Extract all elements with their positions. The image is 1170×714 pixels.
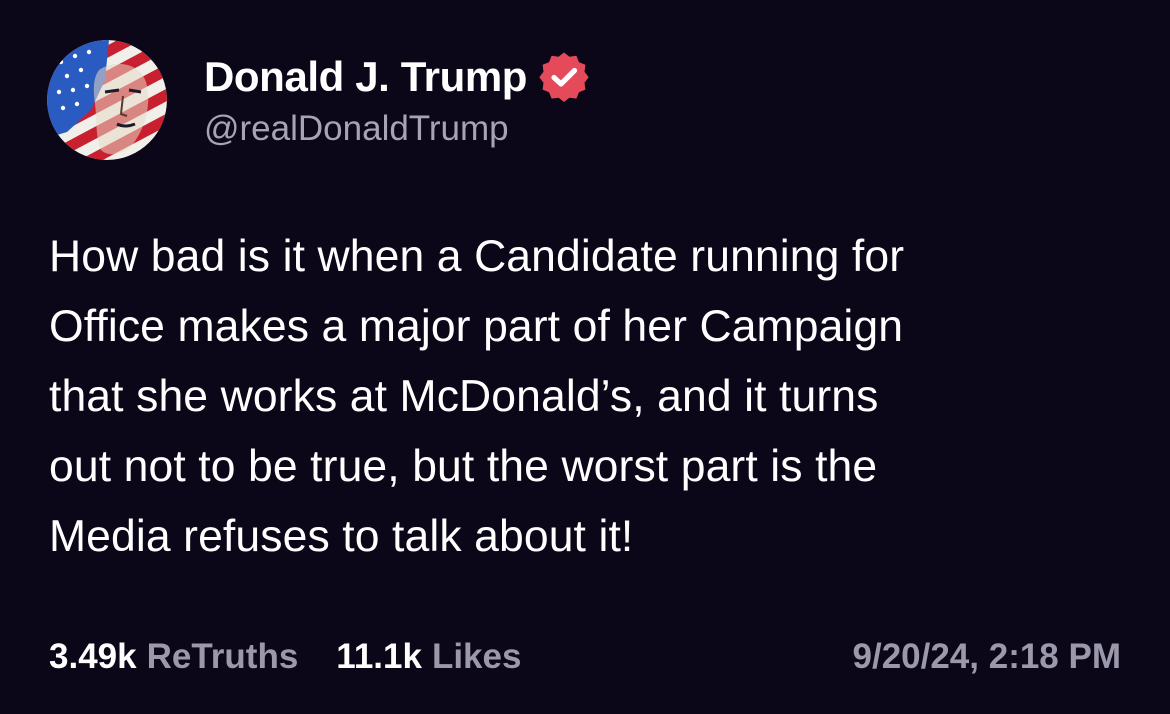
avatar-flag-portrait-icon	[47, 40, 167, 160]
author-identity: Donald J. Trump @realDonaldTrump	[204, 51, 589, 149]
truth-post: Donald J. Trump @realDonaldTrump How bad…	[0, 0, 1170, 714]
name-row: Donald J. Trump	[204, 51, 589, 103]
retruths-stat[interactable]: 3.49k ReTruths	[49, 637, 298, 677]
post-text: How bad is it when a Candidate running f…	[49, 232, 905, 561]
author-handle[interactable]: @realDonaldTrump	[204, 109, 589, 149]
likes-stat[interactable]: 11.1k Likes	[336, 637, 521, 677]
verified-badge-icon	[539, 52, 589, 102]
display-name[interactable]: Donald J. Trump	[204, 53, 527, 101]
retruths-count: 3.49k	[49, 637, 137, 676]
likes-label: Likes	[431, 637, 522, 676]
retruths-label: ReTruths	[146, 637, 299, 676]
post-header: Donald J. Trump @realDonaldTrump	[47, 40, 589, 160]
avatar[interactable]	[47, 40, 167, 160]
post-footer: 3.49k ReTruths 11.1k Likes 9/20/24, 2:18…	[49, 632, 1121, 682]
post-timestamp[interactable]: 9/20/24, 2:18 PM	[853, 637, 1122, 677]
likes-count: 11.1k	[336, 637, 422, 676]
